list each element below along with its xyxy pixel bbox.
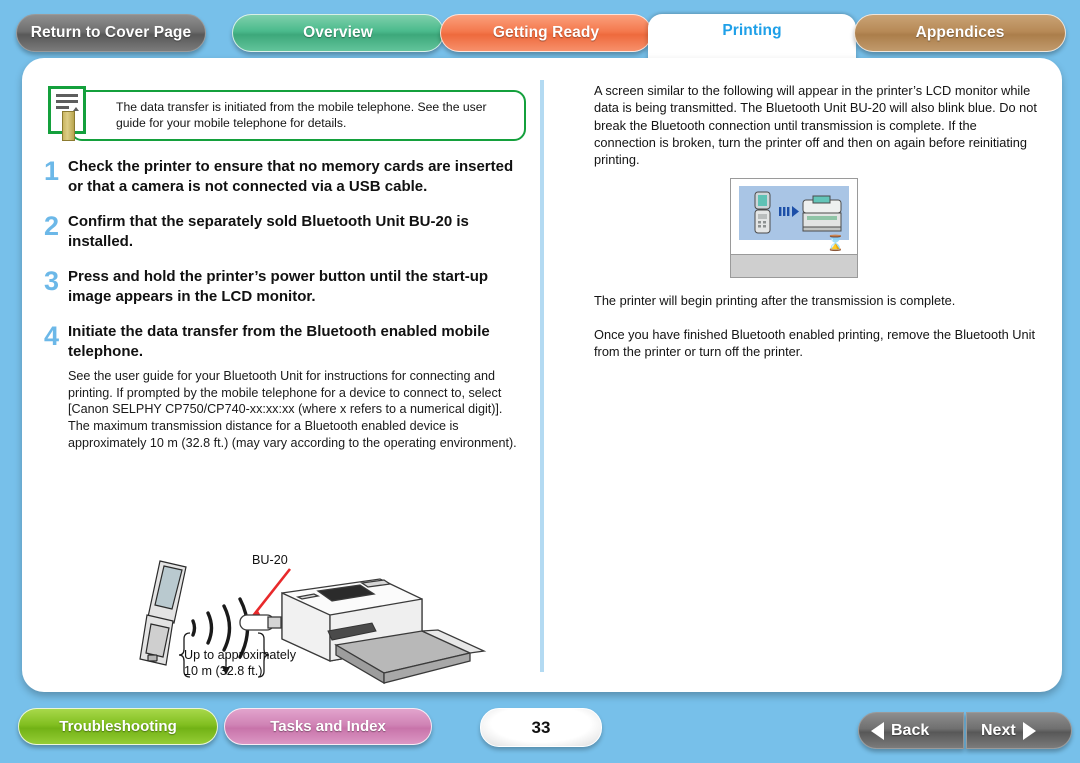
tab-label: Printing bbox=[722, 22, 782, 39]
next-button[interactable]: Next bbox=[966, 712, 1072, 749]
top-tab-bar: Return to Cover Page Overview Getting Re… bbox=[0, 0, 1080, 74]
hourglass-icon: ⌛ bbox=[826, 235, 845, 253]
lcd-phone-icon bbox=[754, 191, 771, 234]
right-paragraph-1: A screen similar to the following will a… bbox=[594, 83, 1037, 168]
arrow-right-icon bbox=[1022, 721, 1036, 740]
lcd-blue-area bbox=[739, 186, 849, 241]
tab-label: Appendices bbox=[915, 24, 1005, 41]
column-divider bbox=[540, 80, 544, 672]
arrow-left-icon bbox=[871, 721, 884, 740]
step-number: 3 bbox=[44, 266, 60, 297]
step-title: Confirm that the separately sold Bluetoo… bbox=[68, 213, 469, 250]
step-2: 2 Confirm that the separately sold Bluet… bbox=[44, 212, 526, 251]
tab-label: Overview bbox=[303, 24, 373, 41]
mobile-phone-to-printer-diagram: BU-20 Up to approximately 10 m (32.8 ft.… bbox=[122, 553, 492, 693]
distance-label-line1: Up to approximately bbox=[184, 648, 296, 662]
lcd-screen: ⌛ bbox=[730, 178, 858, 279]
bu20-callout-label: BU-20 bbox=[252, 553, 288, 567]
page-number-indicator: 33 bbox=[480, 708, 602, 747]
transmit-arrow-icon bbox=[779, 206, 799, 218]
left-column: The data transfer is initiated from the … bbox=[44, 86, 526, 451]
distance-label: Up to approximately 10 m (32.8 ft.) bbox=[184, 648, 296, 679]
tab-label: Getting Ready bbox=[492, 24, 600, 41]
right-paragraph-2: The printer will begin printing after th… bbox=[594, 293, 956, 309]
page-content-panel: The data transfer is initiated from the … bbox=[22, 58, 1062, 692]
tab-return-to-cover-page[interactable]: Return to Cover Page bbox=[16, 14, 206, 52]
note-callout: The data transfer is initiated from the … bbox=[48, 86, 526, 142]
tab-appendices[interactable]: Appendices bbox=[854, 14, 1066, 52]
step-4-description: See the user guide for your Bluetooth Un… bbox=[68, 369, 517, 450]
right-column: A screen similar to the following will a… bbox=[594, 82, 1040, 376]
lcd-status-bar bbox=[731, 254, 857, 278]
step-4: 4 Initiate the data transfer from the Bl… bbox=[44, 322, 526, 361]
tab-label: Return to Cover Page bbox=[30, 24, 192, 41]
step-title: Check the printer to ensure that no memo… bbox=[68, 158, 514, 195]
note-text: The data transfer is initiated from the … bbox=[116, 100, 487, 130]
lcd-artwork bbox=[754, 191, 842, 234]
step-title: Press and hold the printer’s power butto… bbox=[68, 268, 489, 305]
step-number: 2 bbox=[44, 211, 60, 242]
button-label: Next bbox=[981, 721, 1016, 739]
button-label: Back bbox=[891, 721, 930, 739]
flip-phone-icon bbox=[139, 560, 187, 666]
distance-label-line2: 10 m (32.8 ft.) bbox=[184, 663, 263, 678]
step-3: 3 Press and hold the printer’s power but… bbox=[44, 267, 526, 306]
step-number: 1 bbox=[44, 156, 60, 187]
back-button[interactable]: Back bbox=[858, 712, 964, 749]
tab-getting-ready[interactable]: Getting Ready bbox=[440, 14, 652, 52]
step-title: Initiate the data transfer from the Blue… bbox=[68, 323, 490, 360]
memo-icon bbox=[48, 86, 86, 141]
tasks-and-index-button[interactable]: Tasks and Index bbox=[224, 708, 432, 745]
lcd-printer-icon bbox=[802, 195, 842, 232]
diagram-artwork bbox=[139, 560, 487, 685]
step-1: 1 Check the printer to ensure that no me… bbox=[44, 157, 526, 196]
lcd-transmission-figure: ⌛ bbox=[730, 178, 860, 279]
troubleshooting-button[interactable]: Troubleshooting bbox=[18, 708, 218, 745]
tab-overview[interactable]: Overview bbox=[232, 14, 444, 52]
page-number: 33 bbox=[531, 717, 551, 737]
right-paragraph-3: Once you have finished Bluetooth enabled… bbox=[594, 326, 1036, 359]
button-label: Troubleshooting bbox=[59, 718, 177, 735]
button-label: Tasks and Index bbox=[270, 718, 386, 735]
step-number: 4 bbox=[44, 321, 60, 352]
